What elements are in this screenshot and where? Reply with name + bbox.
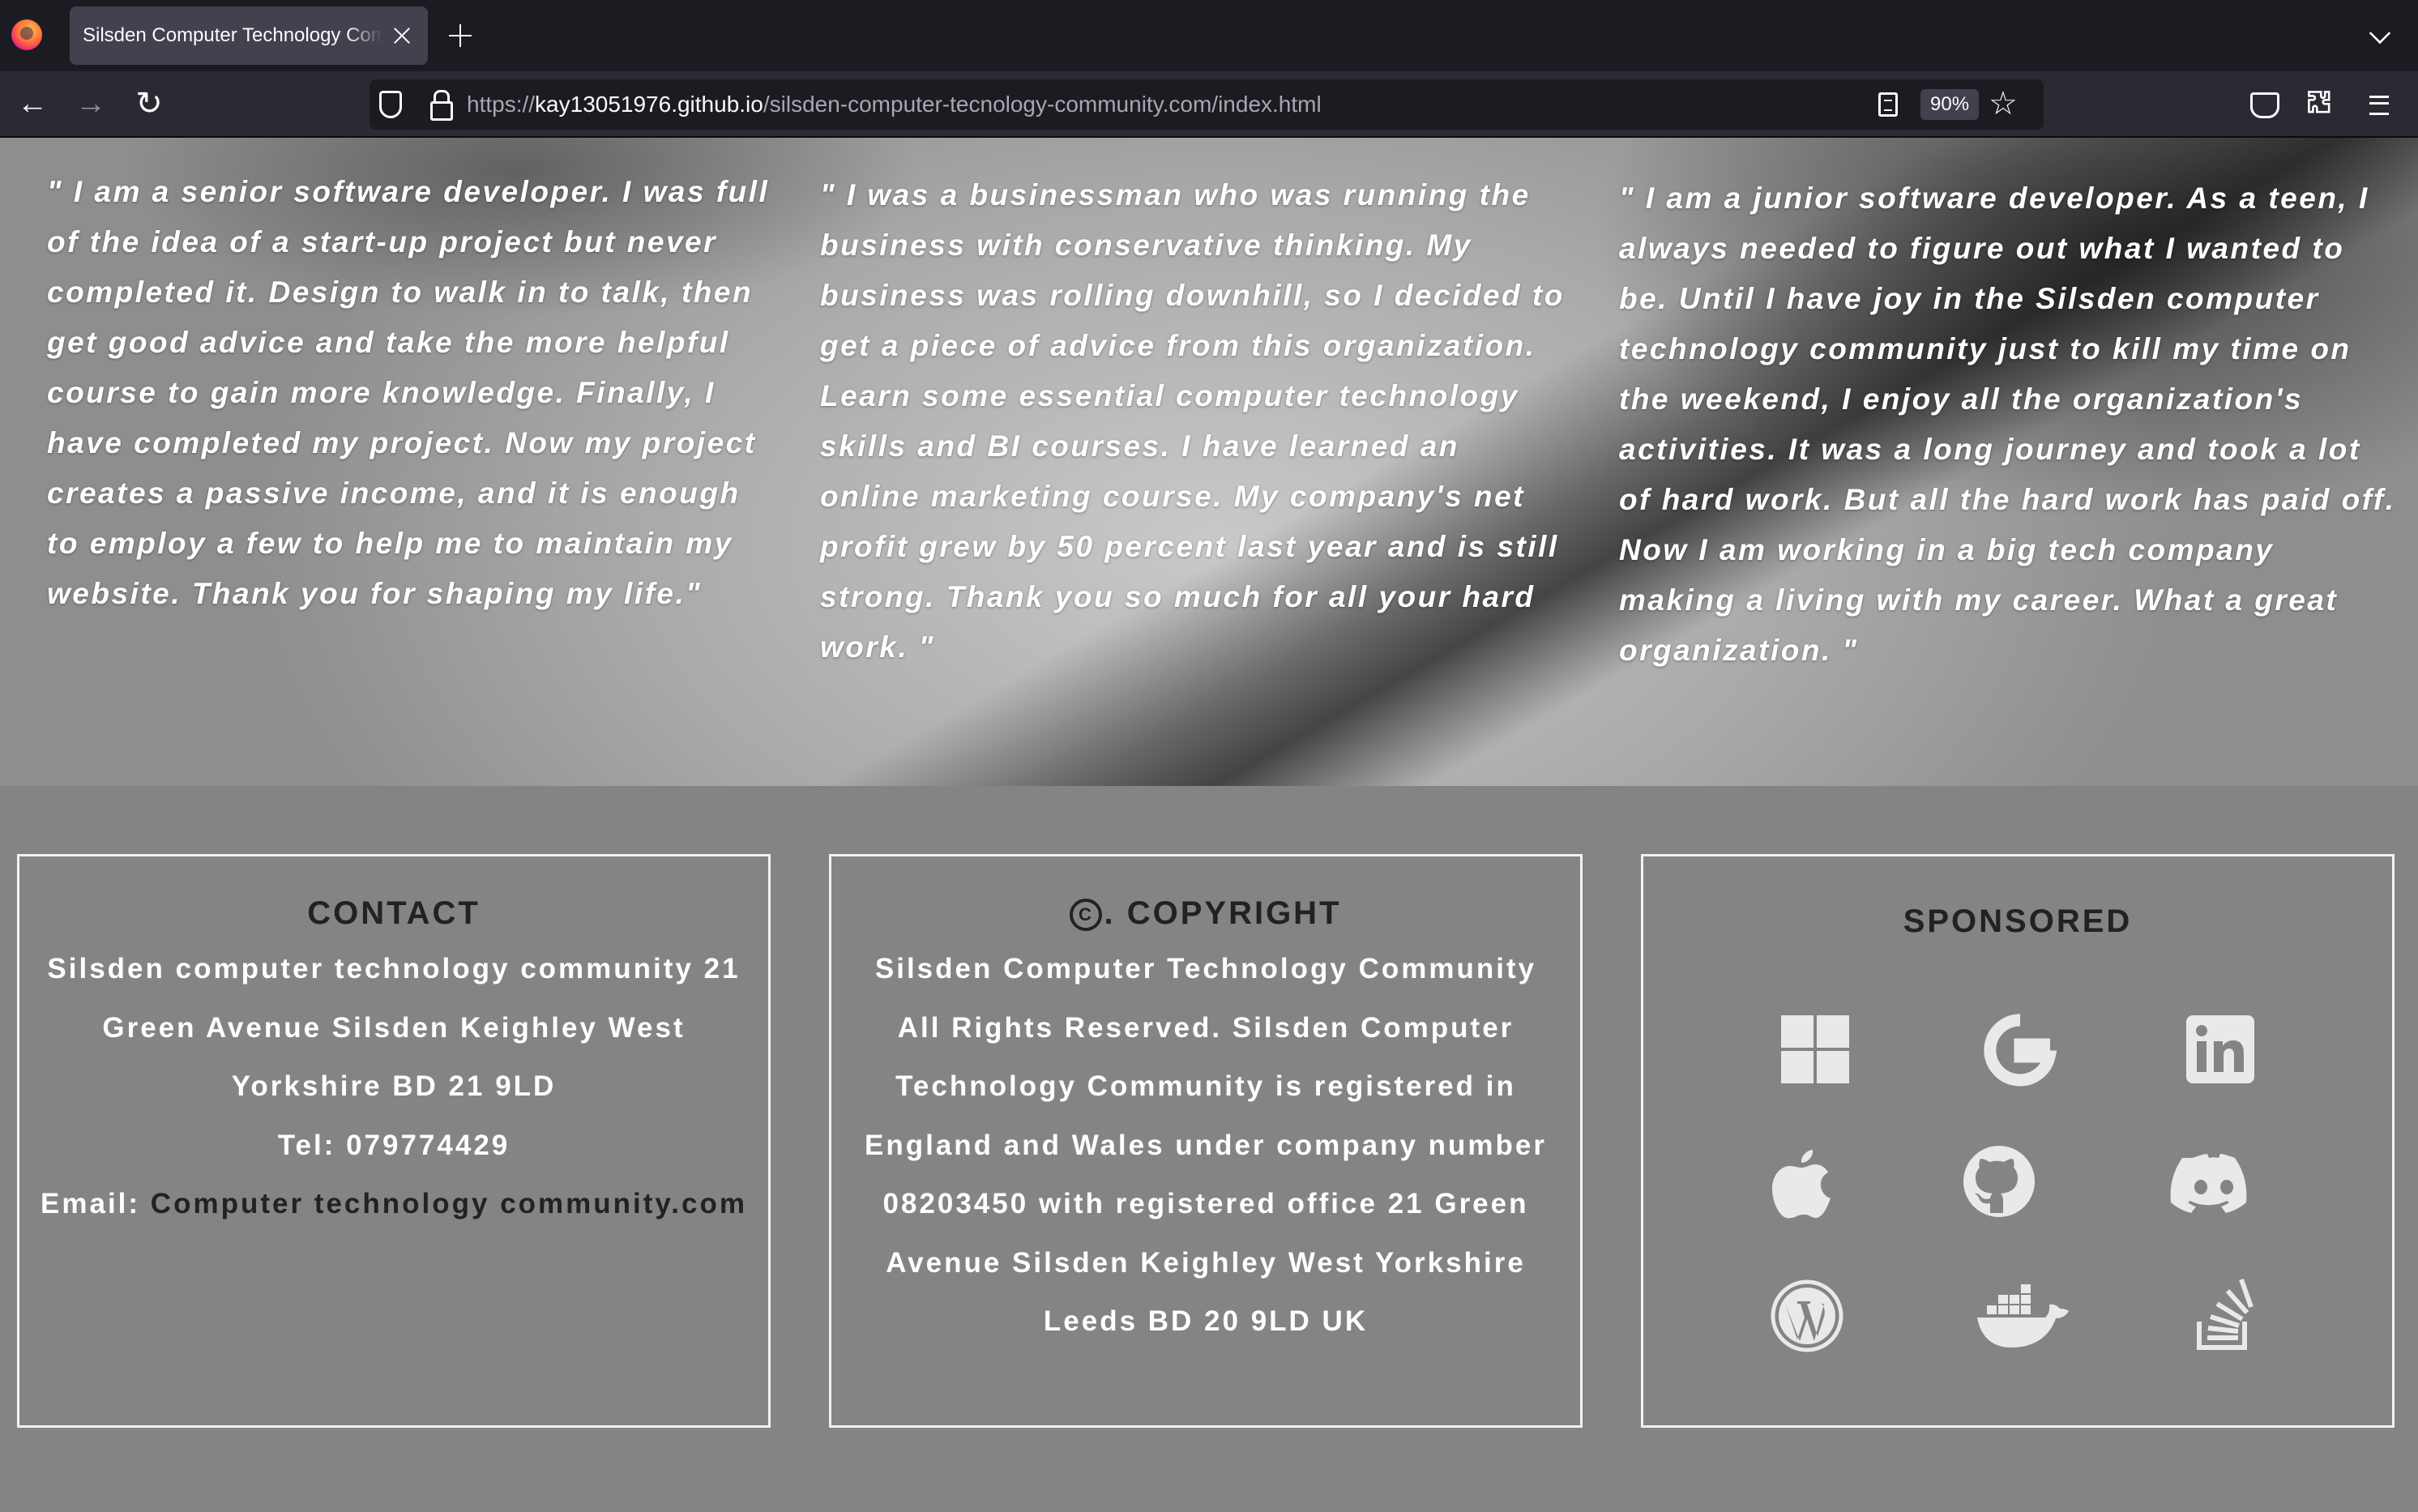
sponsor-icon-grid <box>1643 856 2392 1425</box>
url-host: kay13051976.github.io <box>535 92 763 117</box>
active-tab[interactable]: Silsden Computer Technology Community <box>70 6 428 65</box>
email-link[interactable]: Computer technology community.com <box>151 1188 747 1219</box>
testimonial-businessman: " I was a businessman who was running th… <box>820 178 1565 664</box>
testimonial-senior-developer: " I am a senior software developer. I wa… <box>47 175 770 610</box>
wordpress-icon[interactable] <box>1769 1278 1845 1354</box>
url-text[interactable]: https://kay13051976.github.io/silsden-co… <box>467 79 1322 130</box>
copyright-heading-text: . COPYRIGHT <box>1104 895 1342 931</box>
bookmark-star-icon[interactable]: ☆ <box>1989 84 2018 123</box>
lock-icon[interactable] <box>428 90 457 121</box>
pocket-icon[interactable] <box>2245 86 2280 122</box>
linkedin-icon[interactable] <box>2186 1015 2254 1083</box>
reader-view-icon[interactable] <box>1878 92 1898 117</box>
contact-tel: Tel: 079774429 <box>277 1129 511 1161</box>
stackoverflow-icon[interactable] <box>2194 1275 2258 1352</box>
list-tabs-chevron-icon[interactable] <box>2369 22 2391 45</box>
discord-icon[interactable] <box>2170 1153 2258 1218</box>
navigation-toolbar: ← → ↻ https://kay13051976.github.io/sils… <box>0 71 2418 138</box>
windows-icon[interactable] <box>1781 1015 1849 1083</box>
contact-heading: CONTACT <box>307 895 481 931</box>
back-arrow-icon[interactable]: ← <box>15 86 50 122</box>
sponsored-box: SPONSORED <box>1641 854 2395 1428</box>
testimonials-section: " I am a senior software developer. I wa… <box>0 138 2418 786</box>
contact-email: Email: Computer technology community.com <box>19 1175 768 1234</box>
copyright-symbol-icon: C <box>1070 899 1103 931</box>
copyright-heading: C. COPYRIGHT <box>831 895 1580 932</box>
copyright-box: C. COPYRIGHT Silsden Computer Technology… <box>829 854 1583 1428</box>
testimonial-junior-developer: " I am a junior software developer. As a… <box>1619 182 2396 667</box>
contact-address: Silsden computer technology community 21… <box>47 953 741 1102</box>
new-tab-icon[interactable] <box>447 23 473 49</box>
apple-icon[interactable] <box>1769 1147 1834 1221</box>
firefox-icon <box>11 19 42 50</box>
hamburger-menu-icon[interactable] <box>2361 86 2397 122</box>
docker-icon[interactable] <box>1976 1281 2070 1351</box>
tracking-protection-shield-icon[interactable] <box>379 91 402 118</box>
forward-arrow-icon[interactable]: → <box>73 86 109 122</box>
contact-box: CONTACT Silsden computer technology comm… <box>17 854 771 1428</box>
tab-title: Silsden Computer Technology Community <box>83 24 382 46</box>
copyright-text: Silsden Computer Technology Community Al… <box>865 953 1547 1337</box>
address-bar[interactable]: https://kay13051976.github.io/silsden-co… <box>370 79 2044 130</box>
github-icon[interactable] <box>1961 1143 2037 1219</box>
email-label: Email: <box>41 1188 141 1219</box>
url-scheme: https:// <box>467 92 536 117</box>
tab-strip: Silsden Computer Technology Community <box>0 0 2418 71</box>
extensions-puzzle-icon[interactable] <box>2303 86 2339 122</box>
reload-icon[interactable]: ↻ <box>131 86 167 122</box>
google-icon[interactable] <box>1984 1014 2057 1087</box>
url-path: /silsden-computer-tecnology-community.co… <box>763 92 1322 117</box>
zoom-level-badge[interactable]: 90% <box>1920 89 1980 120</box>
close-tab-icon[interactable] <box>391 24 413 47</box>
